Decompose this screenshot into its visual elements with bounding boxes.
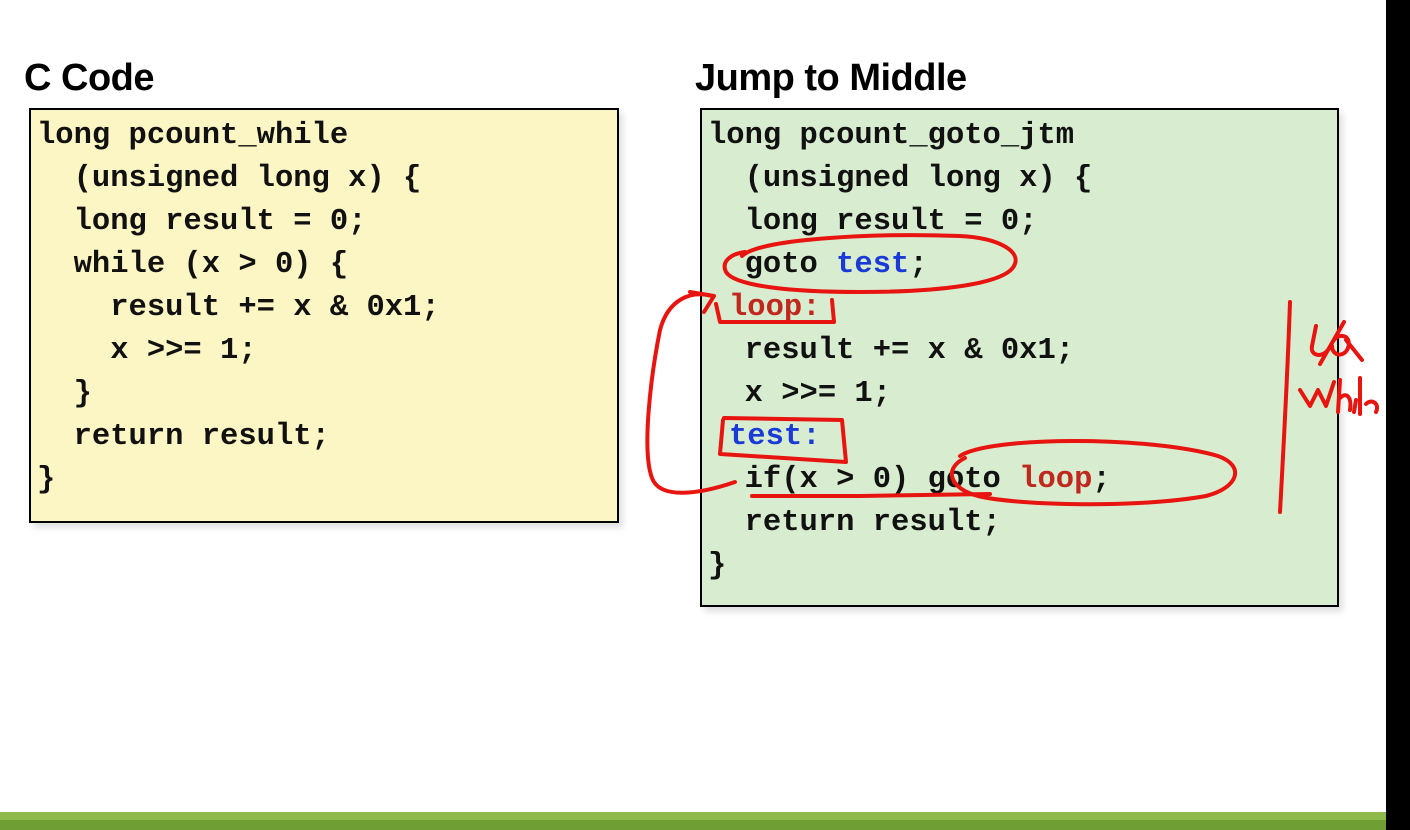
code-line: while (x > 0) { (37, 248, 349, 282)
if-goto-loop-line: if(x > 0) goto loop; (708, 459, 1111, 502)
loop-label: loop: (729, 291, 821, 325)
code-line: long result = 0; (37, 205, 367, 239)
semicolon: ; (909, 248, 928, 282)
right-black-edge (1386, 0, 1410, 830)
if-condition: if(x > 0) goto (708, 463, 1020, 497)
loop-label-ref: loop (1019, 463, 1093, 497)
code-line: } (37, 377, 92, 411)
goto-test-line: goto test; (708, 244, 928, 287)
code-line: } (37, 463, 56, 497)
code-line: long pcount_goto_jtm (708, 119, 1075, 153)
code-line: x >>= 1; (37, 334, 257, 368)
test-label-ref: test (836, 248, 910, 282)
code-line: (unsigned long x) { (708, 162, 1093, 196)
jump-to-middle-code-box: long pcount_goto_jtm (unsigned long x) {… (700, 108, 1339, 607)
bottom-green-bar (0, 812, 1386, 830)
code-line: long pcount_while (37, 119, 349, 153)
code-line: return result; (708, 506, 1001, 540)
code-line: long result = 0; (708, 205, 1038, 239)
code-line: return result; (37, 420, 330, 454)
jump-to-middle-heading: Jump to Middle (695, 57, 967, 99)
goto-keyword: goto (708, 248, 837, 282)
code-line: (unsigned long x) { (37, 162, 422, 196)
semicolon: ; (1092, 463, 1111, 497)
c-code-box: long pcount_while (unsigned long x) { lo… (29, 108, 619, 523)
test-label: test: (729, 420, 821, 454)
c-code-heading: C Code (24, 57, 155, 99)
code-line: result += x & 0x1; (37, 291, 440, 325)
code-line: x >>= 1; (708, 377, 892, 411)
code-line: result += x & 0x1; (708, 334, 1075, 368)
code-line: } (708, 549, 727, 583)
